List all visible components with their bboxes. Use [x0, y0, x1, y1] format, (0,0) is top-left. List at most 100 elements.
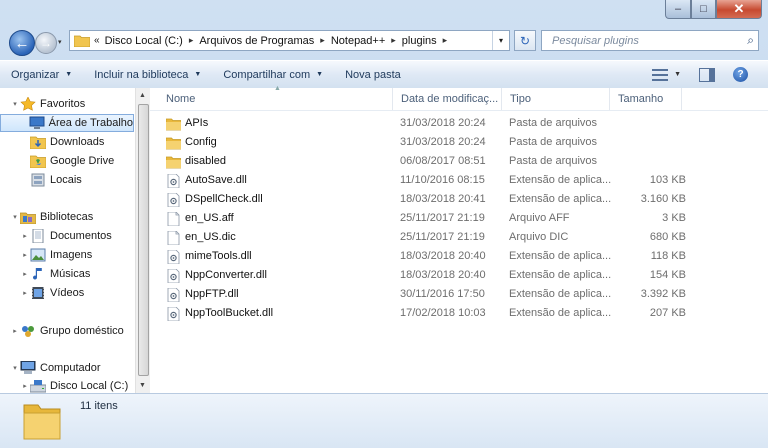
breadcrumb-separator-icon[interactable]: ▸ [443, 35, 448, 46]
address-bar[interactable]: « Disco Local (C:) ▸ Arquivos de Program… [69, 30, 510, 51]
file-row[interactable]: NppFTP.dll 30/11/2016 17:50 Extensão de ap… [166, 285, 686, 304]
address-dropdown-button[interactable]: ▾ [492, 31, 509, 50]
breadcrumb-item-notepad-plus-plus[interactable]: Notepad++ [331, 35, 385, 47]
expand-toggle-icon[interactable]: ▾ [10, 364, 20, 372]
sidebar-item-label: Downloads [50, 136, 105, 148]
file-size: 3.392 KB [640, 288, 686, 300]
file-name: mimeTools.dll [185, 250, 252, 262]
breadcrumb-separator-icon[interactable]: ▸ [391, 35, 396, 46]
share-with-button[interactable]: Compartilhar com ▼ [212, 64, 334, 86]
expand-toggle-icon[interactable]: ▸ [20, 251, 30, 259]
search-icon[interactable]: ⌕ [747, 33, 754, 48]
close-button[interactable]: ✕ [716, 0, 762, 19]
breadcrumb-overflow-button[interactable]: « [94, 35, 100, 46]
file-row[interactable]: NppConverter.dll 18/03/2018 20:40 Extensão… [166, 266, 686, 285]
sidebar-item-label: Imagens [50, 249, 93, 261]
file-row[interactable]: DSpellCheck.dll 18/03/2018 20:41 Extensão … [166, 190, 686, 209]
sidebar-item-imagens[interactable]: ▸ Imagens [0, 246, 92, 264]
forward-button[interactable]: → [35, 32, 57, 54]
scroll-up-icon[interactable]: ▲ [139, 92, 146, 99]
sidebar-item-musicas[interactable]: ▸ Músicas [0, 265, 90, 283]
refresh-button[interactable]: ↻ [514, 30, 536, 51]
breadcrumb-separator-icon[interactable]: ▸ [320, 35, 325, 46]
folder-icon [165, 136, 182, 150]
expand-toggle-icon[interactable]: ▸ [20, 232, 30, 240]
sidebar-item-favoritos[interactable]: ▾ Favoritos [0, 95, 85, 113]
folder-icon [74, 35, 90, 47]
computer-icon [20, 360, 36, 375]
file-name: NppToolBucket.dll [185, 307, 274, 319]
sidebar-item-computador[interactable]: ▾ Computador [0, 359, 101, 377]
file-date: 18/03/2018 20:40 [400, 269, 486, 281]
file-row[interactable]: disabled 06/08/2017 08:51 Pasta de arquivo… [165, 152, 686, 171]
navigation-pane-scrollbar[interactable]: ▲ ▼ [135, 88, 150, 393]
history-dropdown-button[interactable]: ▾ [58, 38, 62, 46]
chevron-down-icon: ▼ [65, 71, 73, 78]
file-row[interactable]: mimeTools.dll 18/03/2018 20:40 Extensão de… [166, 247, 686, 266]
breadcrumb-item-arquivos-de-programas[interactable]: Arquivos de Programas [199, 35, 314, 47]
file-name: en_US.aff [185, 212, 234, 224]
file-row[interactable]: Config 31/03/2018 20:24 Pasta de arquivos [165, 133, 686, 152]
sidebar-item-label: Músicas [50, 268, 91, 280]
column-header-type-label: Tipo [510, 93, 531, 105]
sidebar-item-documentos[interactable]: ▸ Documentos [0, 227, 112, 245]
item-count: 11 itens [80, 400, 118, 412]
file-name: NppFTP.dll [185, 288, 239, 300]
scroll-down-icon[interactable]: ▼ [139, 382, 146, 389]
column-header-date[interactable]: Data de modificaç... [393, 88, 502, 110]
minimize-button[interactable]: – [665, 0, 691, 19]
dll-file-icon [166, 268, 181, 284]
organize-button[interactable]: Organizar ▼ [0, 64, 83, 86]
dll-file-icon [166, 173, 181, 189]
file-name: en_US.dic [185, 231, 236, 243]
maximize-button[interactable]: □ [691, 0, 716, 19]
new-folder-button[interactable]: Nova pasta [334, 64, 412, 86]
file-date: 17/02/2018 10:03 [400, 307, 486, 319]
sidebar-item-grupo-domestico[interactable]: ▸ Grupo doméstico [0, 322, 124, 340]
search-input[interactable] [550, 33, 739, 48]
sidebar-item-bibliotecas[interactable]: ▾ Bibliotecas [0, 208, 93, 226]
change-view-icon[interactable] [652, 68, 669, 81]
file-row[interactable]: AutoSave.dll 11/10/2016 08:15 Extensão de … [166, 171, 686, 190]
column-headers: ▲ Nome Data de modificaç... Tipo Tamanho [150, 85, 768, 111]
column-header-type[interactable]: Tipo [502, 88, 610, 110]
homegroup-icon [20, 324, 36, 338]
view-options-dropdown[interactable]: ▼ [674, 71, 681, 78]
preview-pane-icon[interactable] [699, 67, 715, 82]
dll-file-icon [166, 287, 181, 303]
sidebar-item-downloads[interactable]: Downloads [0, 133, 104, 151]
file-row[interactable]: APIs 31/03/2018 20:24 Pasta de arquivos [165, 114, 686, 133]
breadcrumb-separator-icon[interactable]: ▸ [189, 35, 194, 46]
file-date: 25/11/2017 21:19 [400, 231, 485, 243]
expand-toggle-icon[interactable]: ▾ [10, 100, 20, 108]
back-button[interactable]: ← [9, 30, 35, 56]
file-name: APIs [185, 117, 209, 129]
file-row[interactable]: NppToolBucket.dll 17/02/2018 10:03 Extensã… [166, 304, 686, 323]
sidebar-item-google-drive[interactable]: Google Drive [0, 152, 114, 170]
expand-toggle-icon[interactable]: ▸ [20, 289, 30, 297]
file-name: NppConverter.dll [185, 269, 267, 281]
file-type: Extensão de aplica... [509, 174, 612, 186]
scrollbar-thumb[interactable] [138, 104, 149, 376]
file-name: AutoSave.dll [185, 174, 247, 186]
column-header-size-label: Tamanho [618, 93, 664, 105]
file-row[interactable]: en_US.aff 25/11/2017 21:19 Arquivo AFF 3 KB [166, 209, 686, 228]
breadcrumb-item-plugins[interactable]: plugins [402, 35, 437, 47]
expand-toggle-icon[interactable]: ▸ [20, 270, 30, 278]
sidebar-item-disco-local-c[interactable]: ▸ Disco Local (C:) [0, 377, 128, 393]
column-header-size[interactable]: Tamanho [610, 88, 682, 110]
include-in-library-button[interactable]: Incluir na biblioteca ▼ [83, 64, 212, 86]
sidebar-item-videos[interactable]: ▸ Vídeos [0, 284, 84, 302]
help-icon[interactable]: ? [733, 67, 748, 82]
expand-toggle-icon[interactable]: ▸ [20, 382, 30, 390]
sidebar-item-area-de-trabalho[interactable]: Área de Trabalho [0, 114, 134, 132]
file-size: 3.160 KB [640, 193, 686, 205]
file-size: 154 KB [649, 269, 686, 281]
file-row[interactable]: en_US.dic 25/11/2017 21:19 Arquivo DIC 680 … [166, 228, 686, 247]
expand-toggle-icon[interactable]: ▾ [10, 213, 20, 221]
sidebar-item-locais[interactable]: Locais [0, 171, 82, 189]
column-header-name[interactable]: Nome [158, 88, 393, 110]
breadcrumb-item-disco-local[interactable]: Disco Local (C:) [105, 35, 183, 47]
documents-icon [30, 228, 46, 244]
expand-toggle-icon[interactable]: ▸ [10, 327, 20, 335]
